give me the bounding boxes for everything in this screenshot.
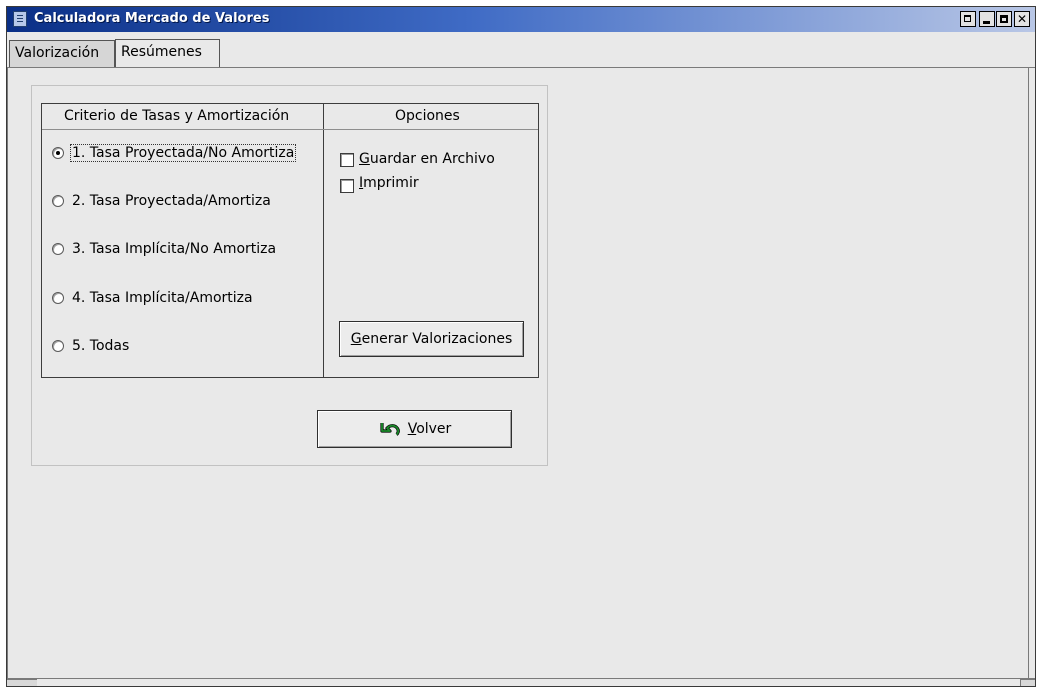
tab-label: Resúmenes (121, 44, 202, 60)
radio-button[interactable] (52, 147, 64, 159)
radio-button[interactable] (52, 243, 64, 255)
tab-divider (7, 67, 1035, 68)
tab-valorizacion[interactable]: Valorización (9, 40, 115, 67)
print-checkbox[interactable] (340, 179, 354, 193)
restore-icon[interactable] (960, 11, 976, 27)
criteria-header: Criterio de Tasas y Amortización (64, 108, 290, 124)
criteria-option-label: 1. Tasa Proyectada/No Amortiza (69, 144, 297, 162)
undo-arrow-icon (380, 423, 400, 436)
column-divider (323, 104, 324, 377)
criteria-option-label: 3. Tasa Implícita/No Amortiza (72, 241, 277, 257)
generate-valorizations-button[interactable]: Generar Valorizaciones (339, 321, 524, 357)
button-label: enerar Valorizaciones (361, 331, 513, 347)
criteria-option-label: 2. Tasa Proyectada/Amortiza (72, 193, 271, 209)
save-to-file-checkbox[interactable] (340, 153, 354, 167)
button-label: olver (416, 421, 452, 437)
maximize-icon[interactable] (996, 11, 1012, 27)
tab-label: Valorización (15, 45, 100, 61)
valorizacion-panel: Criterio de Tasas y Amortización Opcione… (31, 85, 548, 466)
back-button[interactable]: Volver (317, 410, 512, 448)
label-text: mprimir (363, 175, 419, 191)
close-icon[interactable] (1014, 11, 1030, 27)
mnemonic-letter: V (407, 421, 417, 437)
header-divider (42, 129, 538, 130)
radio-button[interactable] (52, 195, 64, 207)
label-text: uardar en Archivo (369, 151, 495, 167)
minimize-icon[interactable] (979, 11, 995, 27)
tab-resumenes[interactable]: Resúmenes (115, 39, 220, 67)
radio-button[interactable] (52, 292, 64, 304)
app-window: Calculadora Mercado de Valores Valorizac… (6, 6, 1036, 687)
criteria-option-label: 4. Tasa Implícita/Amortiza (72, 290, 253, 306)
mnemonic-letter: G (359, 151, 370, 167)
save-to-file-label: Guardar en Archivo (359, 151, 495, 167)
horizontal-scrollbar-right[interactable] (1020, 679, 1035, 686)
criteria-option-label: 5. Todas (72, 338, 130, 354)
window-title: Calculadora Mercado de Valores (34, 11, 270, 26)
radio-button[interactable] (52, 340, 64, 352)
mnemonic-letter: G (350, 331, 362, 347)
title-bar[interactable]: Calculadora Mercado de Valores (7, 7, 1035, 32)
options-header: Opciones (395, 108, 460, 124)
panel-border (1028, 67, 1029, 679)
calculator-document-icon (13, 11, 27, 27)
print-label: Imprimir (359, 175, 419, 191)
horizontal-scrollbar-left[interactable] (7, 679, 37, 686)
panel-border (7, 678, 1035, 679)
criteria-options-table: Criterio de Tasas y Amortización Opcione… (41, 103, 539, 378)
panel-border (7, 67, 8, 686)
